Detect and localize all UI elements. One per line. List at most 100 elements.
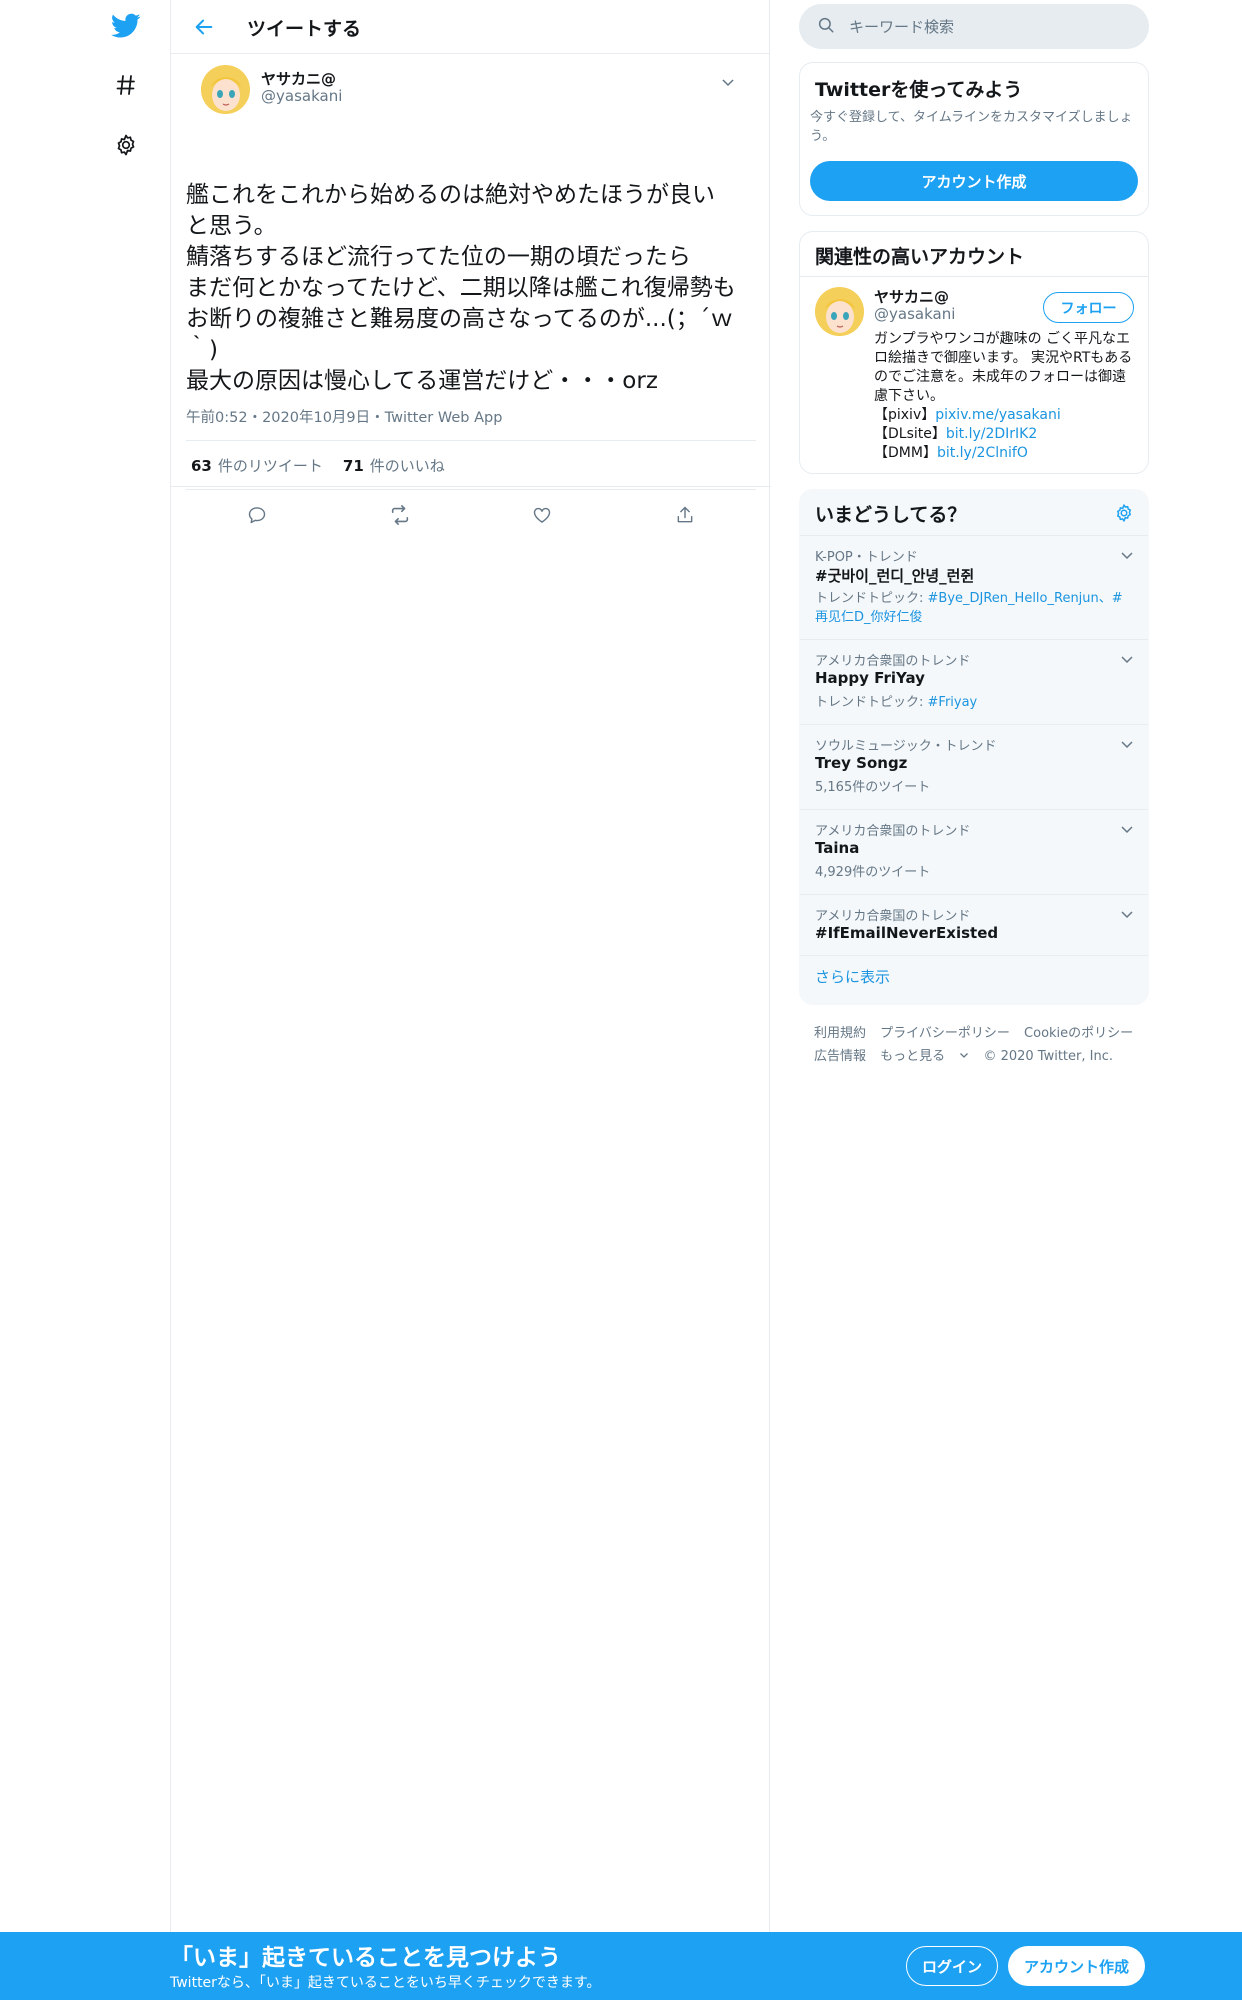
- main-column: ツイートする ヤサカニ@ @yasakani 艦これをこれから始めるのは絶対やめ…: [170, 0, 771, 1932]
- chevron-down-icon[interactable]: [1118, 820, 1136, 838]
- tweet-time[interactable]: 午前0:52: [186, 406, 248, 427]
- chevron-down-icon[interactable]: [1118, 546, 1136, 564]
- signup-description: 今すぐ登録して、タイムラインをカスタマイズしましょう。: [810, 110, 1133, 144]
- trends-settings-gear-icon[interactable]: [1112, 501, 1136, 525]
- more-label: もっと見る: [880, 1049, 946, 1064]
- tweet-timestamp: 午前0:52・2020年10月9日・Twitter Web App: [186, 406, 502, 427]
- hashtag-explore-icon[interactable]: [108, 67, 144, 103]
- signup-banner: 「いま」起きていることを見つけよう Twitterなら、「いま」起きていることを…: [0, 1932, 1242, 2000]
- like-label: 件のいいね: [369, 456, 445, 475]
- banner-signup-button[interactable]: アカウント作成: [1008, 1946, 1145, 1986]
- like-stat[interactable]: 71 件のいいね: [343, 455, 445, 476]
- trends-title: いまどうしてる？: [815, 504, 967, 526]
- follow-button[interactable]: フォロー: [1043, 292, 1134, 323]
- trend-item[interactable]: アメリカ合衆国のトレンド #IfEmailNeverExisted: [800, 895, 1148, 956]
- twitter-logo-icon[interactable]: [108, 8, 144, 44]
- show-more-link[interactable]: さらに表示: [815, 966, 890, 987]
- search-bar[interactable]: [799, 4, 1149, 49]
- trend-item[interactable]: ソウルミュージック・トレンド Trey Songz 5,165件のツイート: [800, 725, 1148, 810]
- settings-gear-icon[interactable]: [108, 127, 144, 163]
- share-icon[interactable]: [667, 497, 703, 533]
- retweet-label: 件のリツイート: [217, 456, 323, 475]
- trend-tweet-count: 5,165件のツイート: [815, 780, 931, 795]
- terms-link[interactable]: 利用規約: [814, 1022, 866, 1045]
- tweet-text-line: まだ何とかなってたけど、二期以降は艦これ復帰勢も: [186, 275, 736, 301]
- copyright: © 2020 Twitter, Inc.: [983, 1049, 1113, 1064]
- meta-separator: ・: [247, 410, 263, 426]
- related-name[interactable]: ヤサカニ@: [874, 286, 949, 307]
- main-header: ツイートする: [171, 0, 769, 54]
- related-handle[interactable]: @yasakani: [874, 305, 955, 323]
- tweet-text-line: お断りの複雑さと難易度の高さなってるのが...(；´ｗ: [186, 306, 734, 332]
- author-name[interactable]: ヤサカニ@: [261, 68, 336, 89]
- like-count: 71: [342, 456, 364, 475]
- reply-icon[interactable]: [239, 497, 275, 533]
- author-avatar[interactable]: [201, 65, 250, 114]
- trend-name: Taina: [815, 839, 860, 857]
- privacy-link[interactable]: プライバシーポリシー: [880, 1022, 1010, 1045]
- tweet-detail: ヤサカニ@ @yasakani 艦これをこれから始めるのは絶対やめたほうが良い …: [171, 54, 769, 525]
- page-title: ツイートする: [247, 18, 362, 40]
- trend-item[interactable]: アメリカ合衆国のトレンド Taina 4,929件のツイート: [800, 810, 1148, 895]
- trend-subtitle: トレンドトピック: #Bye_DJRen_Hello_Renjun、#再见仁D_…: [815, 589, 1131, 627]
- trend-context: アメリカ合衆国のトレンド: [815, 654, 971, 669]
- tweet-author: ヤサカニ@ @yasakani: [186, 54, 754, 118]
- trend-subtitle: トレンドトピック: #Friyay: [815, 693, 1131, 712]
- bio-label: 【DMM】: [874, 445, 937, 461]
- trend-item[interactable]: アメリカ合衆国のトレンド Happy FriYay トレンドトピック: #Fri…: [800, 640, 1148, 725]
- tweet-menu-chevron-icon[interactable]: [716, 70, 740, 94]
- retweet-icon[interactable]: [382, 497, 418, 533]
- trend-name: #IfEmailNeverExisted: [815, 924, 999, 942]
- cookie-link[interactable]: Cookieのポリシー: [1024, 1022, 1133, 1045]
- bio-line: 【pixiv】pixiv.me/yasakani: [874, 406, 1136, 425]
- create-account-button[interactable]: アカウント作成: [810, 161, 1138, 201]
- divider: [800, 276, 1148, 277]
- tweet-text-line: ｀): [186, 337, 218, 363]
- bio-label: 【DLsite】: [874, 426, 946, 442]
- divider: [171, 486, 771, 487]
- search-icon: [817, 16, 835, 38]
- bio-line: 【DLsite】bit.ly/2DIrIK2: [874, 425, 1136, 444]
- footer-links: 利用規約 プライバシーポリシー Cookieのポリシー 広告情報 もっと見る ©…: [814, 1022, 1144, 1068]
- tweet-date[interactable]: 2020年10月9日: [262, 406, 370, 427]
- like-heart-icon[interactable]: [524, 497, 560, 533]
- trend-name: Happy FriYay: [815, 669, 925, 687]
- trend-subtitle: 5,165件のツイート: [815, 778, 1131, 797]
- trend-context: アメリカ合衆国のトレンド: [815, 909, 971, 924]
- related-avatar[interactable]: [815, 287, 864, 336]
- tweet-source[interactable]: Twitter Web App: [385, 410, 503, 426]
- trend-context: ソウルミュージック・トレンド: [815, 739, 997, 754]
- tweet-text-line: 鯖落ちするほど流行ってた位の一期の頃だったら: [186, 244, 691, 270]
- chevron-down-icon[interactable]: [1118, 650, 1136, 668]
- author-handle[interactable]: @yasakani: [261, 87, 342, 105]
- trend-sub-prefix: トレンドトピック:: [815, 695, 928, 710]
- dmm-link[interactable]: bit.ly/2ClnifO: [937, 445, 1028, 461]
- chevron-down-icon[interactable]: [1118, 905, 1136, 923]
- bio-text: ガンプラやワンコが趣味の ごく平凡なエロ絵描きで御座います。 実況やRTもあるの…: [874, 331, 1133, 404]
- chevron-down-icon[interactable]: [1118, 735, 1136, 753]
- trend-context: K-POP・トレンド: [815, 550, 918, 565]
- tweet-actions: [186, 490, 756, 540]
- banner-subtitle: Twitterなら、「いま」起きていることをいち早くチェックできます。: [170, 1975, 601, 1991]
- tweet-stats: 63 件のリツイート 71 件のいいね: [186, 440, 756, 490]
- back-arrow-icon[interactable]: [189, 12, 219, 42]
- banner-title: 「いま」起きていることを見つけよう: [170, 1945, 561, 1971]
- trend-context: アメリカ合衆国のトレンド: [815, 824, 971, 839]
- ads-link[interactable]: 広告情報: [814, 1045, 866, 1068]
- tweet-text-line: 艦これをこれから始めるのは絶対やめたほうが良い: [186, 182, 715, 208]
- signup-card: Twitterを使ってみよう 今すぐ登録して、タイムラインをカスタマイズしましょ…: [799, 62, 1149, 216]
- trend-sub-prefix: トレンドトピック:: [815, 591, 928, 606]
- dlsite-link[interactable]: bit.ly/2DIrIK2: [946, 426, 1037, 442]
- tweet-text: 艦これをこれから始めるのは絶対やめたほうが良い と思う。 鯖落ちするほど流行って…: [186, 180, 756, 397]
- trend-name: #굿바이_런디_안녕_런쥔: [815, 567, 975, 585]
- bio-label: 【pixiv】: [874, 407, 936, 423]
- tweet-text-line: と思う。: [186, 213, 277, 239]
- trend-item[interactable]: K-POP・トレンド #굿바이_런디_안녕_런쥔 トレンドトピック: #Bye_…: [800, 536, 1148, 640]
- trend-sub-links[interactable]: #Friyay: [928, 695, 978, 710]
- trends-header: いまどうしてる？: [800, 490, 1148, 536]
- login-button[interactable]: ログイン: [906, 1946, 998, 1986]
- search-input[interactable]: [849, 17, 1129, 36]
- retweet-stat[interactable]: 63 件のリツイート: [191, 455, 323, 476]
- more-link[interactable]: もっと見る: [880, 1045, 969, 1068]
- pixiv-link[interactable]: pixiv.me/yasakani: [935, 407, 1061, 423]
